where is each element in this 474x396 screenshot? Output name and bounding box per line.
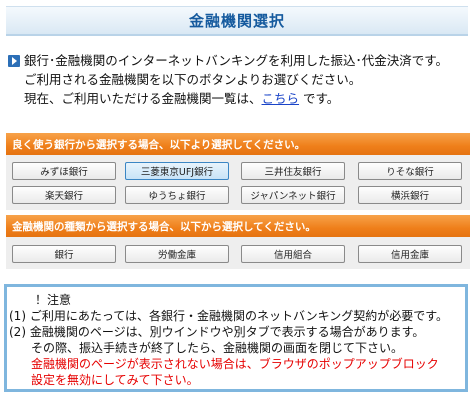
header-band: 金融機関選択	[6, 6, 468, 36]
arrow-bullet-icon	[8, 55, 20, 67]
intro-line-2: ご利用される金融機関を以下のボタンよりお選びください。	[24, 72, 362, 87]
intro-line-1: 銀行･金融機関のインターネットバンキングを利用した振込･代金決済です。	[24, 53, 449, 68]
bank-button-mizuho[interactable]: みずほ銀行	[12, 162, 116, 180]
intro-line-3-suffix: です。	[299, 91, 340, 106]
type-button-bank[interactable]: 銀行	[12, 245, 116, 263]
bank-button-mufg[interactable]: 三菱東京UFJ銀行	[125, 162, 229, 180]
type-button-shinkin-bank[interactable]: 信用金庫	[358, 245, 462, 263]
page-title: 金融機関選択	[188, 12, 285, 30]
bank-button-yucho[interactable]: ゆうちょ銀行	[125, 186, 229, 204]
bank-button-rakuten[interactable]: 楽天銀行	[12, 186, 116, 204]
bank-button-smbc[interactable]: 三井住友銀行	[241, 162, 345, 180]
popup-warning-line-1: 金融機関のページが表示されない場合は、ブラウザのポップアップブロック	[31, 357, 439, 371]
notice-item-2-continued: その際、振込手続きが終了したら、金融機関の画面を閉じて下さい。	[31, 341, 404, 355]
bank-list-link[interactable]: こちら	[262, 91, 300, 106]
type-button-credit-cooperative[interactable]: 信用組合	[241, 245, 345, 263]
intro-line-3-prefix: 現在、ご利用いただける金融機関一覧は、	[24, 91, 262, 106]
bank-button-japannet[interactable]: ジャパンネット銀行	[241, 186, 345, 204]
bank-button-resona[interactable]: りそな銀行	[358, 162, 462, 180]
popup-warning-line-2: 設定を無効にしてみて下さい。	[31, 373, 199, 387]
frequent-banks-panel: みずほ銀行 三菱東京UFJ銀行 三井住友銀行 りそな銀行 楽天銀行 ゆうちょ銀行…	[6, 155, 470, 210]
notice-heading: ！注意	[35, 293, 72, 307]
frequent-banks-header: 良く使う銀行から選択する場合、以下より選択してください。	[6, 133, 470, 155]
notice-box: ！注意 (1) ご利用にあたっては、各銀行・金融機関のネットバンキング契約が必要…	[4, 284, 468, 392]
notice-item-2: (2) 金融機関のページは、別ウインドウや別タブで表示する場合があります。	[9, 325, 425, 339]
bank-button-yokohama[interactable]: 横浜銀行	[358, 186, 462, 204]
institution-type-header: 金融機関の種類から選択する場合、以下から選択してください。	[6, 215, 470, 237]
notice-item-1: (1) ご利用にあたっては、各銀行・金融機関のネットバンキング契約が必要です。	[9, 309, 449, 323]
intro-line-3: 現在、ご利用いただける金融機関一覧は、こちら です。	[24, 90, 339, 108]
institution-type-panel: 銀行 労働金庫 信用組合 信用金庫	[6, 237, 470, 269]
type-button-labor-bank[interactable]: 労働金庫	[125, 245, 229, 263]
